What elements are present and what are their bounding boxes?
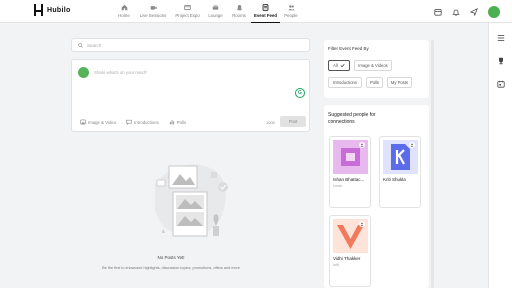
filter-chip-my-posts-label: My Posts	[390, 80, 409, 85]
nav-event-feed-label: Event Feed	[254, 13, 277, 18]
polls-button[interactable]: Polls	[169, 119, 186, 125]
character-count: 1000	[266, 120, 275, 125]
post-composer: Share what's on your mind? G Image & Vid…	[71, 59, 310, 132]
right-rail	[488, 23, 512, 288]
nav-people[interactable]: People	[280, 2, 302, 23]
feed-search-bar	[71, 38, 310, 52]
nav-people-label: People	[284, 13, 298, 18]
image-video-button[interactable]: Image & Video	[80, 119, 116, 125]
nav-project-expo[interactable]: Project Expo	[171, 2, 204, 23]
calendar-icon[interactable]	[434, 8, 442, 16]
people-icon	[287, 5, 295, 11]
composer-input[interactable]: Share what's on your mind?	[94, 70, 147, 75]
add-connection-icon[interactable]	[359, 142, 365, 148]
empty-state-subtitle: Be the first to showcase highlights, dis…	[102, 266, 240, 270]
nav-project-expo-label: Project Expo	[175, 13, 200, 18]
person-subtitle: Lmoe	[333, 184, 342, 188]
menu-icon[interactable]	[496, 33, 505, 42]
nav-lounge-label: Lounge	[208, 13, 223, 18]
nav-live-sessions[interactable]: Live Sessions	[135, 2, 171, 23]
top-navigation-bar: Hubilo Home Live Sessions Project Expo L…	[0, 0, 512, 23]
nav-home-label: Home	[118, 13, 130, 18]
poll-icon	[169, 120, 174, 125]
person-name: Vidhi Thakker	[333, 256, 361, 261]
nav-live-sessions-label: Live Sessions	[139, 13, 167, 18]
filter-chip-my-posts[interactable]: My Posts	[387, 77, 412, 88]
suggested-people-panel: Suggested people for connections Ishan B…	[324, 105, 429, 288]
trophy-icon[interactable]	[496, 56, 505, 65]
feed-icon	[262, 4, 269, 11]
lounge-icon	[212, 5, 219, 10]
agenda-icon[interactable]	[496, 79, 505, 88]
person-card[interactable]: Vidhi Thakker Inifi	[329, 215, 371, 287]
bell-icon[interactable]	[452, 8, 460, 16]
filter-chip-polls-label: Polls	[369, 80, 380, 85]
top-actions	[434, 0, 512, 23]
nav-rooms-label: Rooms	[232, 13, 246, 18]
composer-tools: Image & Video Introductions Polls	[80, 119, 186, 125]
polls-label: Polls	[176, 119, 187, 125]
introductions-button[interactable]: Introductions	[126, 119, 159, 125]
filter-chip-image-videos[interactable]: Image & Videos	[354, 60, 392, 71]
filter-chip-image-videos-label: Image & Videos	[358, 63, 388, 68]
person-name: Ishan Bhattac...	[333, 177, 365, 182]
image-icon	[80, 119, 86, 125]
expo-icon	[184, 4, 191, 11]
introductions-label: Introductions	[134, 119, 159, 125]
rooms-icon	[236, 5, 242, 11]
chat-icon	[126, 119, 132, 125]
grammarly-icon[interactable]: G	[295, 88, 305, 98]
filter-chip-introductions[interactable]: Introductions	[328, 77, 362, 88]
filter-chip-all-label: All	[333, 63, 338, 68]
suggested-people-title: Suggested people for connections	[328, 112, 376, 125]
add-connection-icon[interactable]	[359, 221, 365, 227]
filter-chip-all[interactable]: All	[328, 60, 350, 71]
person-subtitle: Inifi	[333, 263, 339, 267]
user-avatar[interactable]	[488, 5, 500, 18]
hubilo-logo[interactable]: Hubilo	[33, 4, 71, 17]
person-card[interactable]: Ishan Bhattac... Lmoe	[329, 136, 371, 208]
person-name: Kriti Shukla	[383, 177, 406, 182]
logo-text: Hubilo	[47, 7, 71, 14]
add-connection-icon[interactable]	[409, 142, 415, 148]
hubilo-logo-mark	[33, 4, 44, 17]
nav-event-feed[interactable]: Event Feed	[251, 2, 280, 23]
send-icon[interactable]	[470, 7, 478, 16]
image-video-label: Image & Video	[88, 119, 117, 125]
nav-lounge[interactable]: Lounge	[204, 2, 227, 23]
filter-chip-polls[interactable]: Polls	[366, 77, 383, 88]
check-icon	[340, 64, 345, 68]
empty-feed-illustration	[155, 164, 228, 237]
sidebar-scrollbar[interactable]	[431, 40, 434, 288]
filter-title: Filter Event Feed By	[328, 46, 369, 51]
post-button[interactable]: Post	[280, 116, 306, 127]
nav-rooms[interactable]: Rooms	[227, 2, 251, 23]
home-icon	[121, 4, 127, 11]
search-icon	[78, 42, 83, 48]
search-input[interactable]	[87, 42, 287, 48]
composer-avatar	[78, 67, 89, 78]
person-card[interactable]: Kriti Shukla	[379, 136, 421, 208]
main-nav: Home Live Sessions Project Expo Lounge R…	[113, 2, 302, 23]
empty-state-title: No Posts Yet!	[157, 255, 185, 260]
video-icon	[150, 6, 157, 10]
filter-panel: Filter Event Feed By All Image & Videos …	[324, 40, 429, 98]
nav-home[interactable]: Home	[113, 2, 135, 23]
filter-chip-introductions-label: Introductions	[333, 80, 357, 85]
